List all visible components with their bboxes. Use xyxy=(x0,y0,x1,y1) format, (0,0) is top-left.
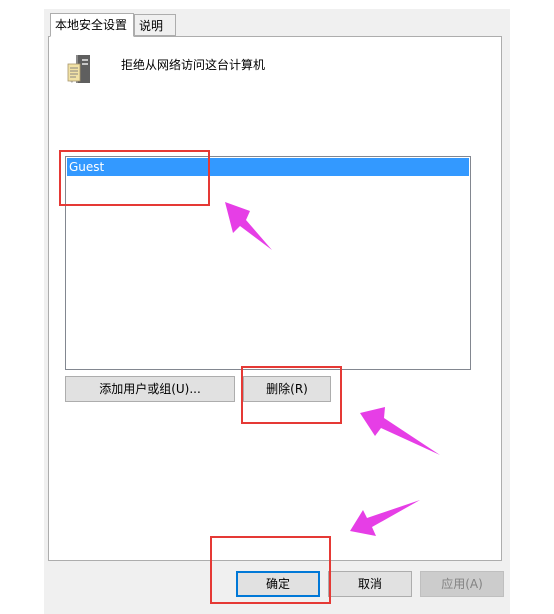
tab-panel: 拒绝从网络访问这台计算机 Guest 添加用户或组(U)... 删除(R) xyxy=(48,36,502,561)
ok-button[interactable]: 确定 xyxy=(236,571,320,597)
remove-button[interactable]: 删除(R) xyxy=(243,376,331,402)
server-icon xyxy=(67,55,90,83)
apply-button: 应用(A) xyxy=(420,571,504,597)
cancel-button[interactable]: 取消 xyxy=(328,571,412,597)
policy-title: 拒绝从网络访问这台计算机 xyxy=(121,58,266,72)
tab-explain[interactable]: 说明 xyxy=(134,14,176,36)
list-item[interactable]: Guest xyxy=(67,158,469,176)
properties-dialog: 本地安全设置 说明 拒绝从网络访问这台计算机 Guest 添加用户或组(U)..… xyxy=(44,9,510,614)
user-group-listbox[interactable]: Guest xyxy=(65,156,471,370)
tab-local-security-setting[interactable]: 本地安全设置 xyxy=(50,13,134,37)
add-user-or-group-button[interactable]: 添加用户或组(U)... xyxy=(65,376,235,402)
